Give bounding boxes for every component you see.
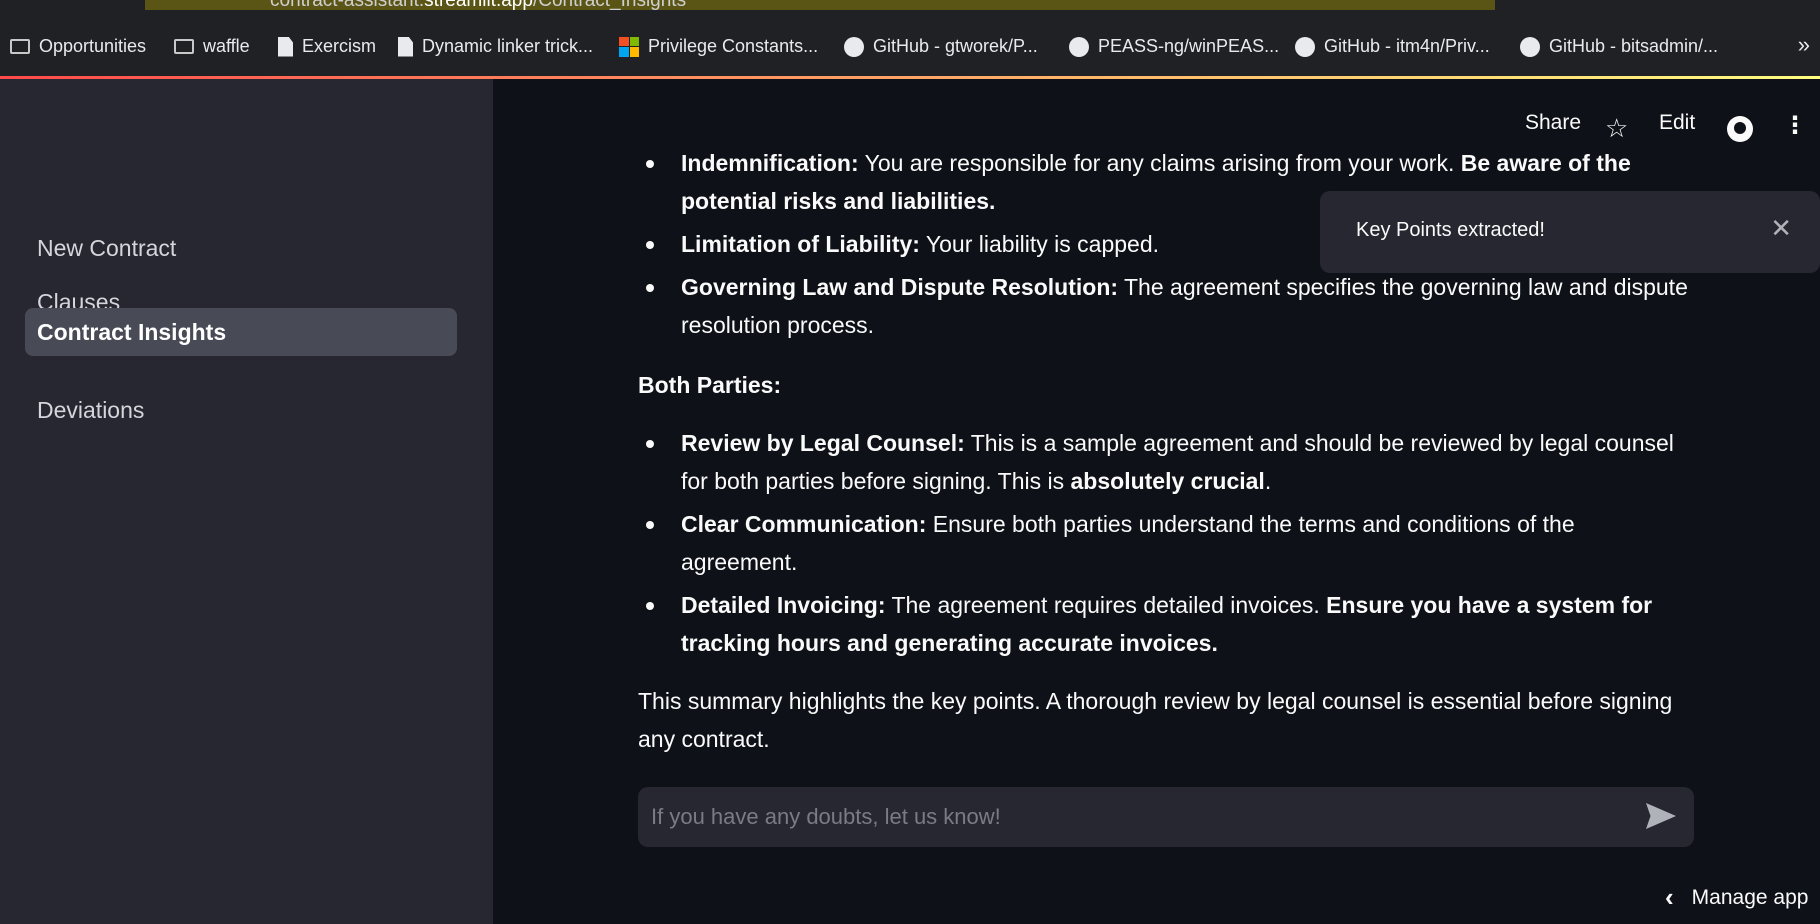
sidebar-item-new-contract[interactable]: New Contract: [25, 224, 457, 272]
item-title: Review by Legal Counsel:: [681, 430, 965, 456]
item-text: The agreement requires detailed invoices…: [885, 592, 1327, 618]
toast-notification: Key Points extracted! ✕: [1320, 191, 1820, 273]
url-text[interactable]: contract-assistant.streamlit.app/Contrac…: [270, 0, 686, 10]
sidebar-item-contract-insights[interactable]: Contract Insights: [25, 308, 457, 356]
item-tail: .: [1264, 468, 1272, 494]
address-bar[interactable]: contract-assistant.streamlit.app/Contrac…: [145, 0, 1495, 10]
bookmark-waffle[interactable]: waffle: [174, 36, 250, 57]
manage-app-label: Manage app: [1691, 885, 1809, 909]
item-text: Your liability is capped.: [919, 231, 1160, 257]
item-title: Clear Communication:: [681, 511, 927, 537]
chat-input[interactable]: [651, 787, 1611, 847]
more-bookmarks-icon[interactable]: »: [1798, 32, 1810, 58]
list-item: Clear Communication: Ensure both parties…: [638, 505, 1688, 581]
bookmark-label: PEASS-ng/winPEAS...: [1098, 36, 1280, 56]
github-icon[interactable]: [1727, 116, 1753, 142]
github-icon: [1069, 36, 1089, 57]
list-item: Detailed Invoicing: The agreement requir…: [638, 586, 1688, 662]
list-item: Governing Law and Dispute Resolution: Th…: [638, 268, 1688, 344]
list-item: Review by Legal Counsel: This is a sampl…: [638, 424, 1688, 500]
folder-icon: [174, 39, 194, 54]
edit-button[interactable]: Edit: [1659, 111, 1695, 135]
file-icon: [398, 36, 413, 57]
github-icon: [1520, 36, 1540, 57]
summary-paragraph: This summary highlights the key points. …: [638, 688, 1673, 752]
sidebar-item-label: Contract Insights: [37, 318, 227, 345]
file-icon: [278, 36, 293, 57]
microsoft-icon: [619, 36, 639, 57]
bookmarks-bar: Opportunities waffle Exercism Dynamic li…: [0, 10, 1820, 78]
app-toolbar: Share ☆ Edit ⋮: [493, 111, 1820, 147]
share-button[interactable]: Share: [1525, 111, 1581, 135]
item-text: You are responsible for any claims arisi…: [858, 150, 1461, 176]
sidebar-item-deviations[interactable]: Deviations: [25, 386, 457, 434]
github-icon: [844, 36, 864, 57]
bookmark-opportunities[interactable]: Opportunities: [10, 36, 146, 57]
bookmark-label: GitHub - bitsadmin/...: [1549, 36, 1719, 56]
github-icon: [1295, 36, 1315, 57]
toast-message: Key Points extracted!: [1356, 219, 1545, 241]
bookmark-github-gtworek[interactable]: GitHub - gtworek/P...: [844, 36, 1038, 57]
item-title: Limitation of Liability:: [681, 231, 920, 257]
section-heading: Both Parties:: [638, 372, 782, 398]
bookmark-github-itm4n[interactable]: GitHub - itm4n/Priv...: [1295, 36, 1490, 57]
chevron-left-icon: ‹: [1665, 882, 1674, 912]
bookmark-dynamic-linker[interactable]: Dynamic linker trick...: [398, 36, 593, 57]
sidebar: New Contract Clauses Contract Insights D…: [0, 79, 493, 924]
bookmark-label: GitHub - gtworek/P...: [873, 36, 1038, 56]
sidebar-item-label: New Contract: [37, 234, 177, 261]
folder-icon: [10, 39, 30, 54]
bookmark-privilege-constants[interactable]: Privilege Constants...: [619, 36, 818, 57]
send-icon[interactable]: [1646, 803, 1676, 829]
item-title: Indemnification:: [681, 150, 859, 176]
bookmark-peass-ng[interactable]: PEASS-ng/winPEAS...: [1069, 36, 1279, 57]
bookmark-github-bitsadmin[interactable]: GitHub - bitsadmin/...: [1520, 36, 1718, 57]
close-icon[interactable]: ✕: [1770, 213, 1792, 244]
bookmark-exercism[interactable]: Exercism: [278, 36, 376, 57]
item-title: Detailed Invoicing:: [681, 592, 886, 618]
bookmark-label: Exercism: [302, 36, 377, 56]
item-title: Governing Law and Dispute Resolution:: [681, 274, 1119, 300]
item-emphasis: absolutely crucial: [1070, 468, 1265, 494]
bookmark-label: waffle: [203, 36, 250, 56]
bookmark-label: Opportunities: [39, 36, 147, 56]
browser-tab-strip: contract-assistant.streamlit.app/Contrac…: [0, 0, 1820, 10]
chat-input-container: [638, 787, 1694, 847]
kebab-menu-icon[interactable]: ⋮: [1783, 111, 1807, 140]
bookmark-label: GitHub - itm4n/Priv...: [1324, 36, 1490, 56]
bookmark-label: Privilege Constants...: [648, 36, 819, 56]
manage-app-button[interactable]: ‹ Manage app: [1665, 882, 1808, 913]
bookmark-label: Dynamic linker trick...: [422, 36, 594, 56]
both-parties-list: Review by Legal Counsel: This is a sampl…: [638, 424, 1688, 662]
star-icon[interactable]: ☆: [1605, 113, 1628, 144]
sidebar-item-label: Deviations: [37, 396, 145, 423]
